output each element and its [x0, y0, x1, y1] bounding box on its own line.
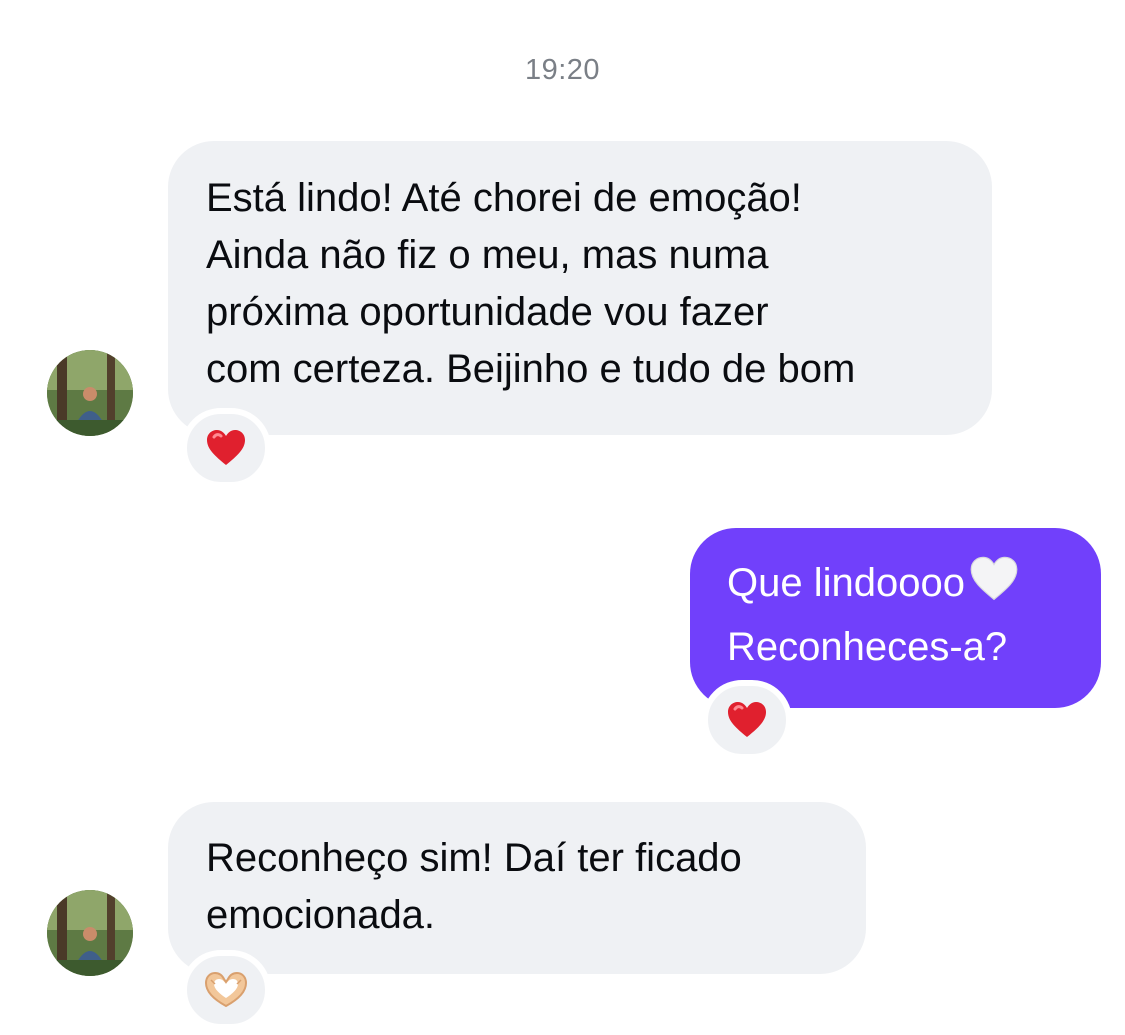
avatar-photo — [47, 890, 133, 976]
reaction-badge[interactable] — [181, 950, 271, 1030]
reaction-badge[interactable] — [702, 680, 792, 760]
red-heart-icon — [207, 430, 245, 465]
message-line: emocionada. — [206, 893, 436, 937]
message-bubble-incoming[interactable]: Está lindo! Até chorei de emoção! Ainda … — [168, 141, 992, 435]
message-line: com certeza. Beijinho e tudo de bom — [206, 347, 856, 391]
message-line: Ainda não fiz o meu, mas numa — [206, 233, 769, 277]
message-line: Está lindo! Até chorei de emoção! — [206, 176, 802, 220]
avatar[interactable] — [47, 350, 133, 436]
message-line: Que lindoooo — [727, 555, 1101, 619]
avatar[interactable] — [47, 890, 133, 976]
red-heart-icon — [728, 702, 766, 737]
message-line: próxima oportunidade vou fazer — [206, 290, 769, 334]
message-line: Reconheces-a? — [727, 625, 1008, 669]
reaction-badge[interactable] — [181, 408, 271, 488]
white-heart-icon — [967, 555, 1021, 619]
message-line: Reconheço sim! Daí ter ficado — [206, 836, 742, 880]
heart-hands-icon — [204, 971, 248, 1008]
avatar-photo — [47, 350, 133, 436]
message-bubble-incoming[interactable]: Reconheço sim! Daí ter ficado emocionada… — [168, 802, 866, 974]
message-timestamp: 19:20 — [524, 54, 601, 86]
